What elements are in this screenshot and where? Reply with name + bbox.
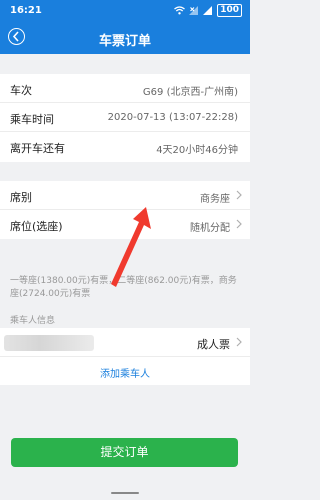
- seat-class-label: 席别: [10, 191, 32, 204]
- add-passenger-row: 添加乘车人: [0, 357, 250, 385]
- chevron-right-icon: [236, 190, 242, 200]
- countdown-row: 离开车还有 4天20小时46分钟: [0, 132, 250, 161]
- signal-icon: [203, 6, 213, 15]
- navigation-bar: 车票订单: [0, 22, 250, 54]
- seat-class-value: 商务座: [200, 194, 230, 205]
- departure-time-label: 乘车时间: [10, 113, 54, 126]
- annotation-arrow-icon: [111, 207, 151, 287]
- seat-position-value: 随机分配: [190, 223, 230, 234]
- ticket-type: 成人票: [197, 338, 230, 351]
- passenger-row[interactable]: 成人票: [0, 328, 250, 357]
- page-title: 车票订单: [98, 34, 151, 49]
- signal-x-icon: [189, 6, 199, 15]
- chevron-right-icon: [236, 337, 242, 347]
- chevron-right-icon: [236, 219, 242, 229]
- submit-order-button[interactable]: 提交订单: [11, 438, 238, 467]
- status-icons: 100: [174, 4, 242, 17]
- wifi-icon: [174, 6, 186, 15]
- train-number-row: 车次 G69 (北京西-广州南): [0, 74, 250, 103]
- countdown-value: 4天20小时46分钟: [156, 145, 238, 156]
- departure-time-value: 2020-07-13 (13:07-22:28): [107, 112, 238, 123]
- departure-time-row: 乘车时间 2020-07-13 (13:07-22:28): [0, 103, 250, 132]
- passenger-section-label: 乘车人信息: [10, 316, 56, 326]
- countdown-label: 离开车还有: [10, 142, 65, 155]
- status-bar: 16:21 100: [0, 0, 250, 22]
- train-number-value: G69 (北京西-广州南): [142, 87, 238, 98]
- passenger-name-redacted: [4, 335, 94, 351]
- status-time: 16:21: [10, 5, 42, 16]
- train-info-card: 车次 G69 (北京西-广州南) 乘车时间 2020-07-13 (13:07-…: [0, 74, 250, 162]
- battery-icon: 100: [217, 4, 242, 17]
- train-number-label: 车次: [10, 84, 32, 97]
- seat-position-label: 席位(选座): [10, 220, 63, 233]
- home-indicator: [111, 492, 139, 494]
- add-passenger-link[interactable]: 添加乘车人: [0, 365, 250, 380]
